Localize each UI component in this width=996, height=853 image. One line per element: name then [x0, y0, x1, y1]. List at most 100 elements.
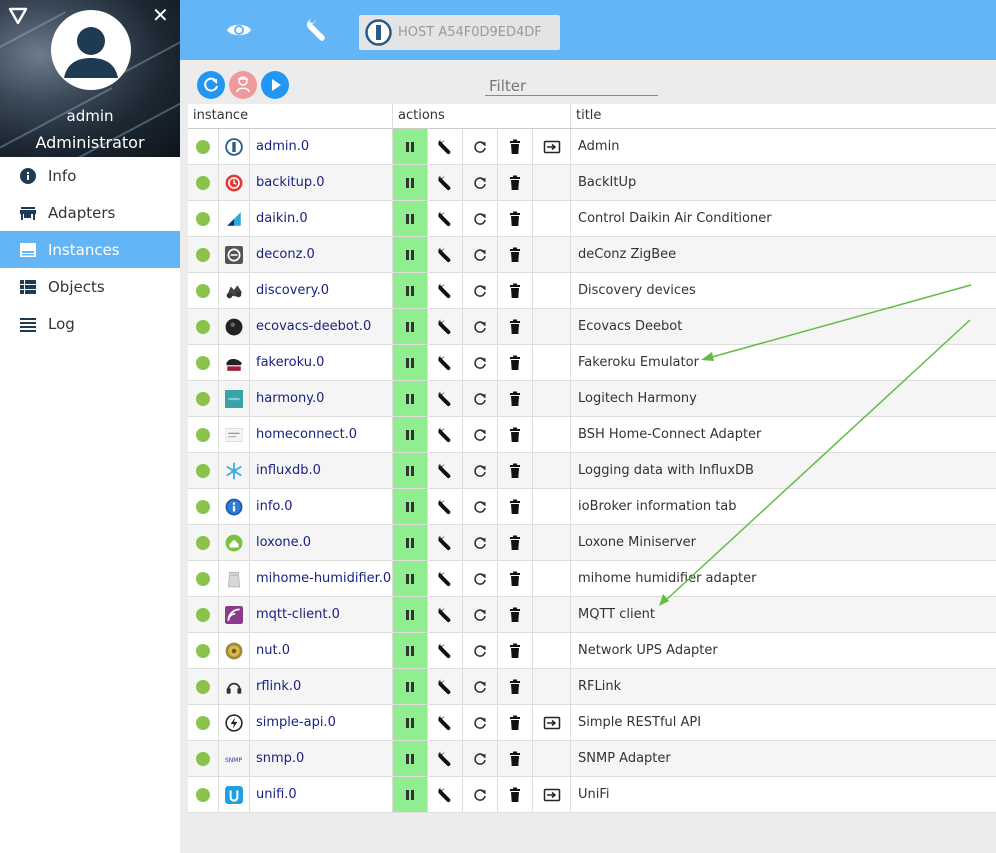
restart-button[interactable] [463, 453, 498, 488]
status-indicator[interactable] [196, 283, 210, 298]
instance-name[interactable]: discovery.0 [250, 283, 329, 298]
open-link-cell[interactable] [533, 705, 571, 740]
status-indicator[interactable] [196, 679, 210, 694]
status-indicator[interactable] [196, 643, 210, 658]
delete-button[interactable] [498, 741, 533, 776]
restart-button[interactable] [463, 237, 498, 272]
delete-button[interactable] [498, 417, 533, 452]
instance-name[interactable]: influxdb.0 [250, 463, 321, 478]
delete-button[interactable] [498, 561, 533, 596]
config-button[interactable] [428, 633, 463, 668]
status-indicator[interactable] [196, 571, 210, 586]
expert-mode-button[interactable] [229, 71, 257, 99]
delete-button[interactable] [498, 237, 533, 272]
config-button[interactable] [428, 777, 463, 812]
instance-name[interactable]: mqtt-client.0 [250, 607, 340, 622]
delete-button[interactable] [498, 345, 533, 380]
delete-button[interactable] [498, 489, 533, 524]
restart-button[interactable] [463, 597, 498, 632]
restart-button[interactable] [463, 165, 498, 200]
header-title[interactable]: title [571, 104, 996, 128]
instance-name[interactable]: fakeroku.0 [250, 355, 324, 370]
status-indicator[interactable] [196, 715, 210, 730]
open-link-cell[interactable] [533, 129, 571, 164]
delete-button[interactable] [498, 705, 533, 740]
status-indicator[interactable] [196, 787, 210, 802]
restart-button[interactable] [463, 129, 498, 164]
config-button[interactable] [428, 669, 463, 704]
config-button[interactable] [428, 201, 463, 236]
instance-name[interactable]: simple-api.0 [250, 715, 336, 730]
restart-button[interactable] [463, 381, 498, 416]
config-button[interactable] [428, 561, 463, 596]
delete-button[interactable] [498, 381, 533, 416]
restart-button[interactable] [463, 417, 498, 452]
nav-instances[interactable]: Instances [0, 231, 180, 268]
pause-button[interactable] [393, 597, 428, 632]
restart-button[interactable] [463, 489, 498, 524]
instance-name[interactable]: info.0 [250, 499, 293, 514]
app-logo-icon[interactable] [8, 7, 28, 25]
instance-name[interactable]: harmony.0 [250, 391, 324, 406]
delete-button[interactable] [498, 201, 533, 236]
restart-button[interactable] [463, 273, 498, 308]
status-indicator[interactable] [196, 175, 210, 190]
instance-name[interactable]: snmp.0 [250, 751, 304, 766]
open-link-icon[interactable] [543, 138, 561, 156]
pause-button[interactable] [393, 129, 428, 164]
settings-button[interactable] [303, 16, 331, 44]
restart-button[interactable] [463, 633, 498, 668]
instance-name[interactable]: loxone.0 [250, 535, 311, 550]
config-button[interactable] [428, 741, 463, 776]
restart-button[interactable] [463, 669, 498, 704]
status-indicator[interactable] [196, 499, 210, 514]
delete-button[interactable] [498, 309, 533, 344]
header-actions[interactable]: actions [393, 104, 571, 128]
refresh-button[interactable] [197, 71, 225, 99]
pause-button[interactable] [393, 777, 428, 812]
status-indicator[interactable] [196, 751, 210, 766]
nav-objects[interactable]: Objects [0, 268, 180, 305]
restart-button[interactable] [463, 309, 498, 344]
delete-button[interactable] [498, 669, 533, 704]
instance-name[interactable]: nut.0 [250, 643, 290, 658]
filter-input[interactable] [485, 76, 658, 96]
config-button[interactable] [428, 273, 463, 308]
config-button[interactable] [428, 129, 463, 164]
pause-button[interactable] [393, 237, 428, 272]
instance-name[interactable]: daikin.0 [250, 211, 308, 226]
pause-button[interactable] [393, 705, 428, 740]
pause-button[interactable] [393, 561, 428, 596]
delete-button[interactable] [498, 597, 533, 632]
delete-button[interactable] [498, 633, 533, 668]
nav-info[interactable]: Info [0, 157, 180, 194]
pause-button[interactable] [393, 741, 428, 776]
status-indicator[interactable] [196, 211, 210, 226]
config-button[interactable] [428, 237, 463, 272]
delete-button[interactable] [498, 777, 533, 812]
pause-button[interactable] [393, 309, 428, 344]
instance-name[interactable]: rflink.0 [250, 679, 301, 694]
restart-button[interactable] [463, 525, 498, 560]
pause-button[interactable] [393, 525, 428, 560]
instance-name[interactable]: backitup.0 [250, 175, 325, 190]
play-button[interactable] [261, 71, 289, 99]
status-indicator[interactable] [196, 607, 210, 622]
pause-button[interactable] [393, 453, 428, 488]
nav-adapters[interactable]: Adapters [0, 194, 180, 231]
header-instance[interactable]: instance [188, 104, 393, 128]
delete-button[interactable] [498, 129, 533, 164]
instance-name[interactable]: deconz.0 [250, 247, 315, 262]
config-button[interactable] [428, 705, 463, 740]
nav-log[interactable]: Log [0, 305, 180, 342]
pause-button[interactable] [393, 633, 428, 668]
instance-name[interactable]: admin.0 [250, 139, 309, 154]
config-button[interactable] [428, 453, 463, 488]
instance-name[interactable]: mihome-humidifier.0 [250, 571, 391, 586]
status-indicator[interactable] [196, 319, 210, 334]
pause-button[interactable] [393, 381, 428, 416]
status-indicator[interactable] [196, 391, 210, 406]
config-button[interactable] [428, 165, 463, 200]
open-link-icon[interactable] [543, 786, 561, 804]
status-indicator[interactable] [196, 463, 210, 478]
